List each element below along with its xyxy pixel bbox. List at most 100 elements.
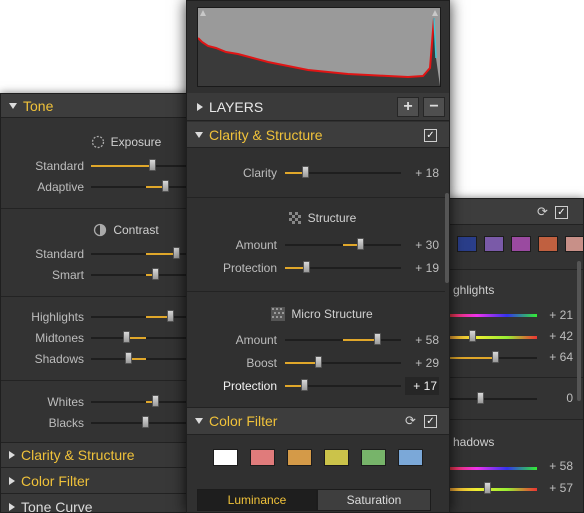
rainbow-slider-1[interactable] — [447, 314, 537, 317]
color-filter-swatch[interactable] — [250, 449, 275, 466]
right-slider-knob-6[interactable] — [484, 482, 491, 494]
layers-title: LAYERS — [209, 98, 264, 115]
clarity-row: Clarity + 18 — [187, 163, 449, 183]
whites-slider-knob[interactable] — [152, 395, 159, 407]
smart-label: Smart — [51, 268, 84, 282]
tone-title: Tone — [23, 97, 54, 114]
standard-contrast-slider-knob[interactable] — [173, 247, 180, 259]
clarity-slider-knob[interactable] — [302, 166, 309, 178]
refresh-icon[interactable]: ⟳ — [405, 413, 416, 429]
rainbow-slider-6[interactable] — [447, 488, 537, 491]
expand-triangle-icon — [9, 102, 17, 109]
standard-contrast-label: Standard — [35, 247, 84, 261]
amount-slider-knob[interactable] — [357, 238, 364, 250]
micro-amount-label: Amount — [235, 333, 277, 347]
right-slider-knob-4[interactable] — [477, 392, 484, 404]
clarity-structure-header[interactable]: Clarity & Structure — [187, 122, 449, 148]
midtones-slider-knob[interactable] — [123, 331, 130, 343]
rainbow-slider-5[interactable] — [447, 467, 537, 470]
amount-value: + 30 — [415, 238, 439, 252]
right-value-5: + 58 — [549, 459, 573, 473]
right-color-panel: ⟳ ✓ ghlights + 21 + 42 + 64 0 hadows + 5… — [446, 198, 584, 513]
standard-contrast-row: Standard — [1, 244, 199, 264]
whites-label: Whites — [47, 395, 84, 409]
collapsed-triangle-icon — [9, 476, 15, 485]
add-layer-button[interactable]: + — [397, 97, 419, 117]
standard-slider-knob[interactable] — [149, 159, 156, 171]
color-filter-swatch[interactable] — [324, 449, 349, 466]
micro-protection-row: Protection + 17 — [187, 376, 449, 396]
boost-label: Boost — [246, 356, 277, 370]
structure-icon — [288, 212, 301, 224]
protection-slider-knob[interactable] — [303, 261, 310, 273]
clarity-enable-checkbox[interactable]: ✓ — [424, 129, 437, 142]
blacks-label: Blacks — [48, 416, 84, 430]
right-slider-knob-3[interactable] — [492, 351, 499, 363]
tone-section-header[interactable]: Tone — [1, 94, 199, 118]
blacks-slider-knob[interactable] — [142, 416, 149, 428]
right-enable-checkbox[interactable]: ✓ — [555, 206, 568, 219]
tone-curve-collapsed-title: Tone Curve — [21, 498, 93, 513]
micro-amount-slider-knob[interactable] — [374, 333, 381, 345]
highlights-slider-knob[interactable] — [167, 310, 174, 322]
whites-row: Whites — [1, 392, 199, 412]
color-filter-collapsed-header[interactable]: Color Filter — [1, 468, 199, 494]
smart-slider-knob[interactable] — [152, 268, 159, 280]
center-scrollbar[interactable] — [445, 193, 449, 283]
micro-protection-label: Protection — [222, 379, 277, 393]
micro-amount-row: Amount + 58 — [187, 330, 449, 350]
protection-row: Protection + 19 — [187, 258, 449, 278]
exposure-icon — [91, 135, 104, 149]
micro-structure-title: Micro Structure — [291, 307, 373, 321]
adaptive-slider-knob[interactable] — [162, 180, 169, 192]
tab-saturation[interactable]: Saturation — [317, 489, 431, 511]
midtones-row: Midtones — [1, 328, 199, 348]
contrast-title: Contrast — [113, 223, 159, 237]
expand-triangle-icon — [195, 131, 203, 138]
protection-value: + 19 — [415, 261, 439, 275]
clarity-collapsed-header[interactable]: Clarity & Structure — [1, 442, 199, 468]
boost-slider-knob[interactable] — [315, 356, 322, 368]
left-adjustments-panel: Tone Exposure Standard Adaptive Contrast… — [0, 93, 200, 513]
micro-protection-slider-knob[interactable] — [301, 379, 308, 391]
micro-protection-value[interactable]: + 17 — [405, 377, 439, 395]
micro-structure-icon — [271, 307, 286, 321]
tone-curve-collapsed-header[interactable]: Tone Curve — [1, 494, 199, 513]
color-filter-swatch[interactable] — [213, 449, 238, 466]
standard-exposure-row: Standard — [1, 156, 199, 176]
standard-label: Standard — [35, 159, 84, 173]
right-color-swatch[interactable] — [538, 236, 558, 252]
expand-triangle-icon — [195, 418, 203, 424]
right-color-swatch[interactable] — [565, 236, 583, 252]
refresh-icon[interactable]: ⟳ — [537, 204, 548, 220]
color-filter-enable-checkbox[interactable]: ✓ — [424, 415, 437, 428]
tab-luminance[interactable]: Luminance — [197, 489, 317, 511]
exposure-subhead: Exposure — [71, 132, 181, 152]
midtones-label: Midtones — [35, 331, 84, 345]
micro-structure-subhead: Micro Structure — [257, 304, 387, 324]
boost-value: + 29 — [415, 356, 439, 370]
right-value-6: + 57 — [549, 481, 573, 495]
color-filter-title: Color Filter — [209, 413, 278, 429]
histogram — [197, 7, 441, 87]
right-color-swatch[interactable] — [457, 236, 477, 252]
blacks-row: Blacks — [1, 413, 199, 433]
rainbow-slider-2[interactable] — [447, 336, 537, 339]
color-filter-swatch[interactable] — [361, 449, 386, 466]
color-filter-swatch[interactable] — [287, 449, 312, 466]
structure-title: Structure — [307, 211, 357, 225]
highlights-partial-label: ghlights — [453, 283, 495, 297]
right-color-swatch[interactable] — [511, 236, 531, 252]
right-scrollbar[interactable] — [577, 261, 581, 401]
color-filter-swatch[interactable] — [398, 449, 423, 466]
amount-label: Amount — [235, 238, 277, 252]
shadows-slider-knob[interactable] — [125, 352, 132, 364]
remove-layer-button[interactable]: − — [423, 97, 445, 117]
right-color-swatch[interactable] — [484, 236, 504, 252]
contrast-subhead: Contrast — [71, 220, 181, 240]
shadows-row: Shadows — [1, 349, 199, 369]
center-layers-panel: LAYERS + − Clarity & Structure ✓ Clarity… — [186, 0, 450, 513]
right-slider-knob-2[interactable] — [469, 330, 476, 342]
clarity-label: Clarity — [242, 166, 277, 180]
right-value-3: + 64 — [549, 350, 573, 364]
